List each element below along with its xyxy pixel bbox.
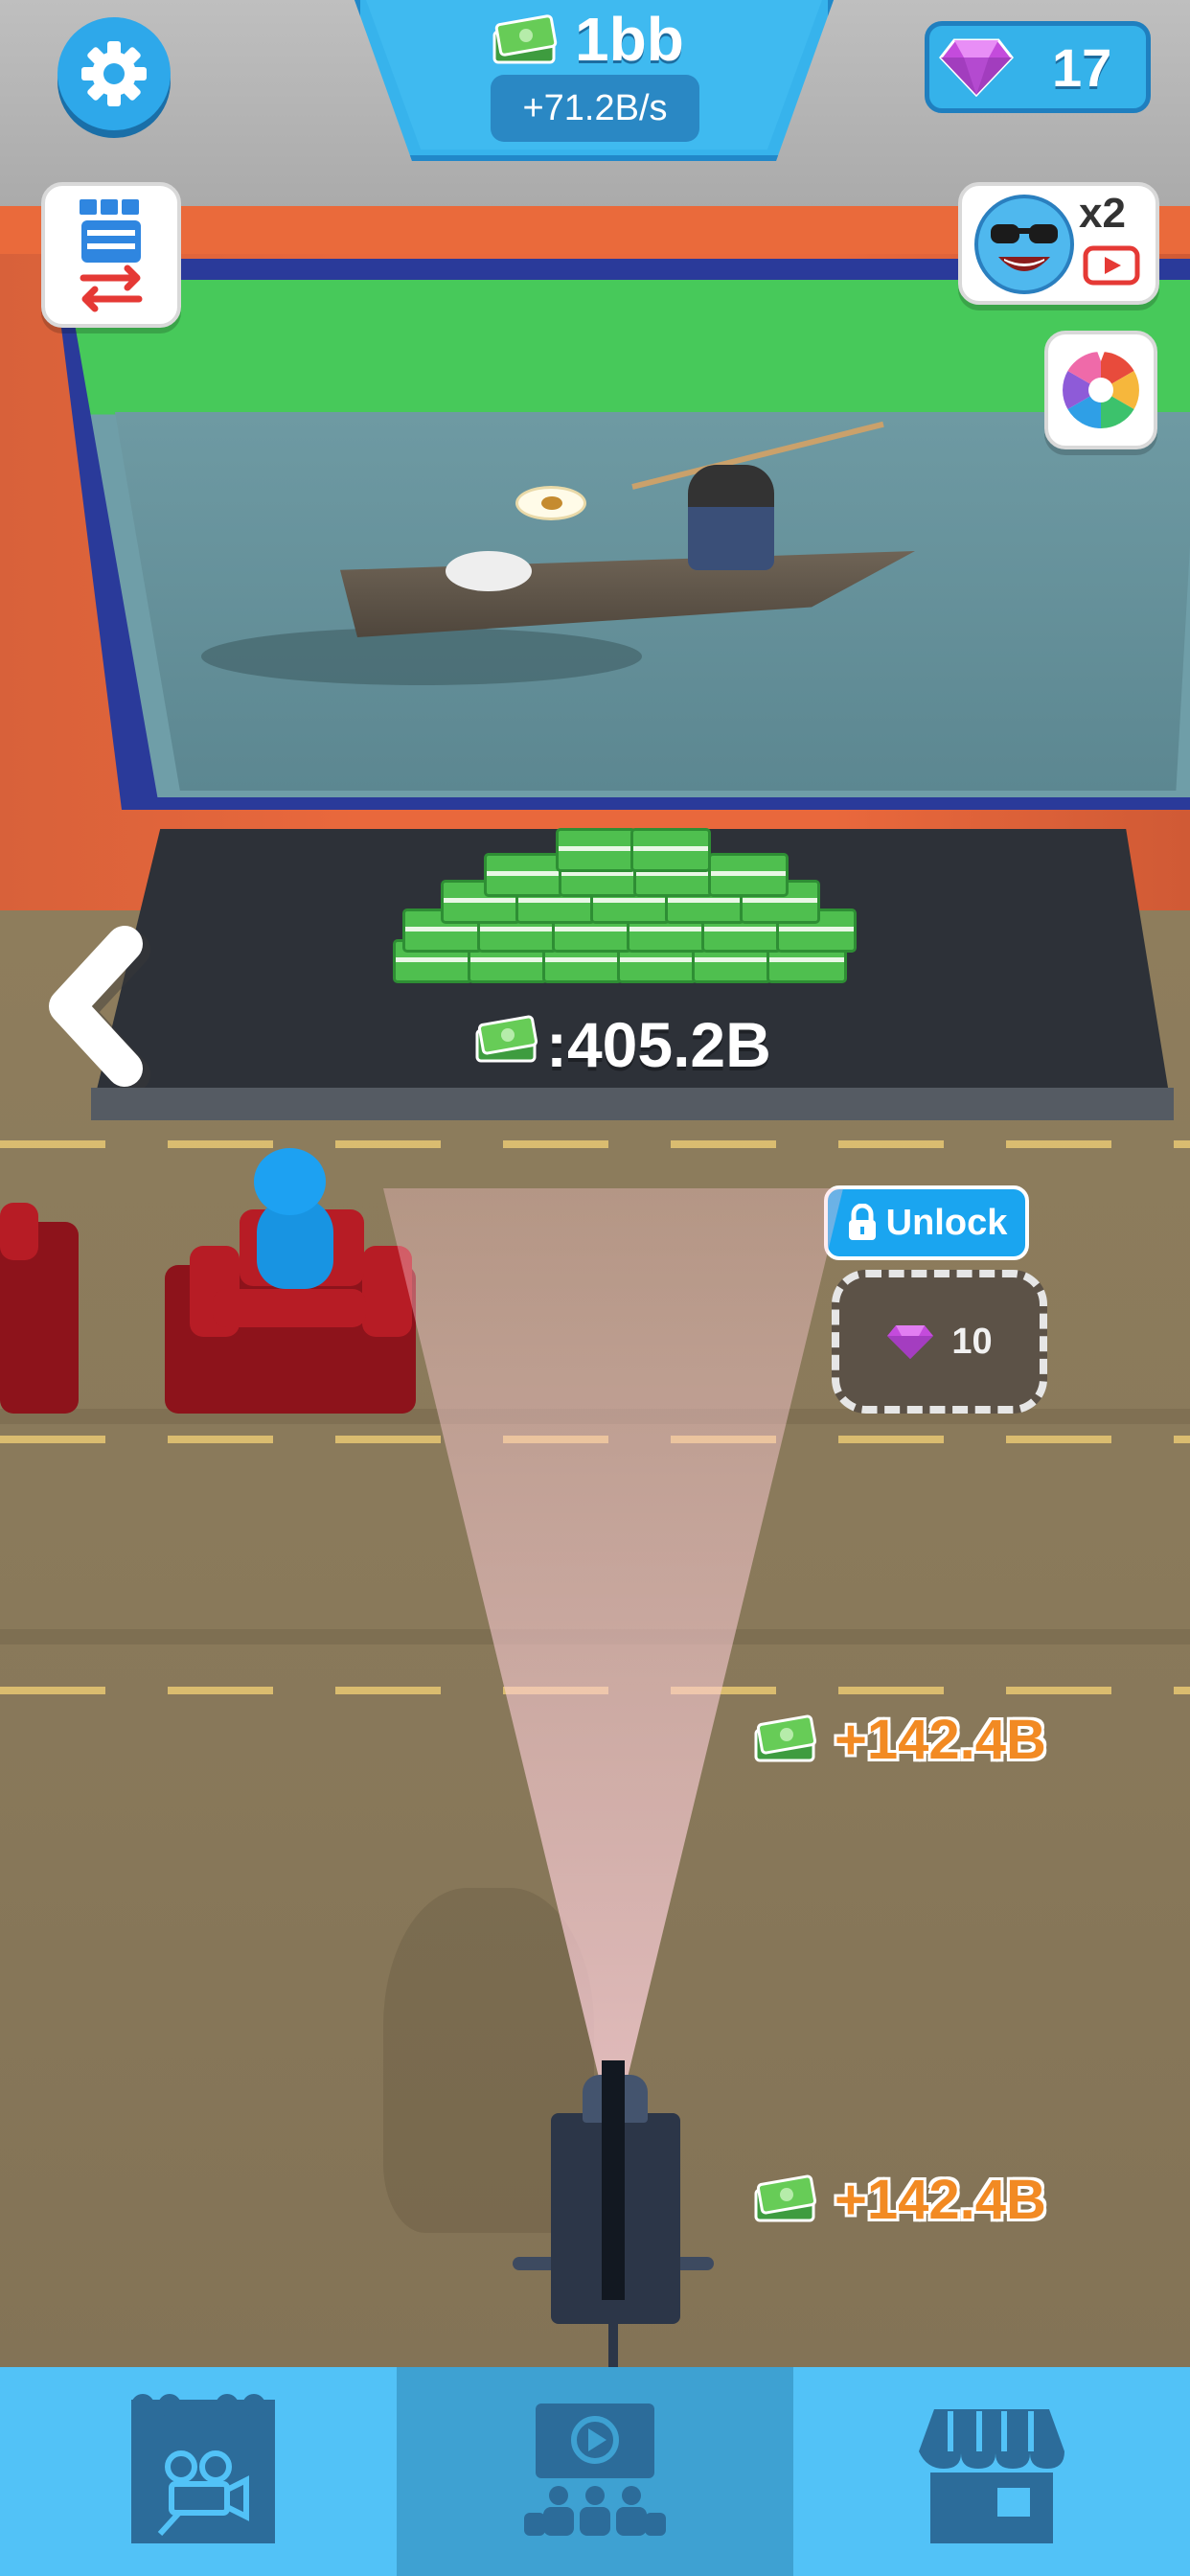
cool-face-icon — [974, 195, 1074, 294]
shop-icon — [919, 2409, 1064, 2543]
cash-pile[interactable] — [393, 824, 857, 987]
video-ad-icon — [1083, 245, 1140, 286]
film-swap-icon — [80, 199, 143, 312]
income-popup-text: +142.4B — [835, 2168, 1046, 2231]
cash-bill — [556, 828, 636, 872]
cash-icon — [754, 2174, 817, 2222]
previous-theater-button[interactable] — [29, 925, 153, 1092]
gem-icon — [939, 38, 1014, 97]
gem-amount: 17 — [1052, 36, 1112, 98]
income-rate-pill: +71.2B/s — [491, 75, 699, 142]
boost-ad-button[interactable]: x2 — [958, 182, 1159, 305]
unlock-button[interactable]: Unlock — [824, 1185, 1029, 1260]
income-popup-text: +142.4B — [835, 1708, 1046, 1771]
projector-pole — [608, 2319, 618, 2367]
money-amount: 1bb — [575, 5, 684, 74]
cinema-studio-icon — [131, 2394, 275, 2543]
boost-multiplier: x2 — [1079, 190, 1126, 237]
income-popup: +142.4B — [750, 2166, 1046, 2233]
game-scene: :405.2B Unlock 10 +142.4B +142.4B 1bb +7… — [0, 0, 1190, 2576]
cash-bill — [708, 853, 789, 897]
tab-shop[interactable] — [793, 2367, 1190, 2576]
movie-rat-figure — [446, 551, 532, 591]
cash-icon — [471, 1008, 540, 1081]
lucky-wheel-button[interactable] — [1044, 331, 1157, 449]
tray-cash-amount: :405.2B — [546, 1009, 771, 1080]
floor-lane-line — [0, 1140, 1190, 1148]
boat-shadow — [201, 628, 642, 685]
gem-icon — [887, 1325, 934, 1359]
gear-icon — [81, 41, 147, 106]
cash-icon — [492, 14, 558, 64]
theater-seat-back — [0, 1203, 38, 1260]
gem-counter[interactable]: 17 — [925, 21, 1151, 113]
change-movie-button[interactable] — [41, 182, 181, 328]
theater-screen-icon — [524, 2404, 666, 2536]
income-rate-text: +71.2B/s — [522, 87, 668, 128]
cash-tray-rim — [91, 1088, 1174, 1120]
tab-studio[interactable] — [0, 2367, 397, 2576]
tab-theater[interactable] — [397, 2367, 793, 2576]
unlock-gem-cost: 10 — [951, 1321, 993, 1362]
cash-bill — [484, 853, 564, 897]
unlock-button-label: Unlock — [885, 1202, 1008, 1243]
lock-icon — [848, 1204, 876, 1240]
audience-member-head — [254, 1148, 326, 1215]
movie-rower-figure — [688, 465, 774, 570]
money-counter: 1bb — [489, 5, 738, 74]
tray-cash-readout: :405.2B — [471, 1006, 771, 1083]
cash-bill — [630, 828, 711, 872]
theater-seat-cushion — [213, 1289, 366, 1327]
chevron-left-icon — [49, 926, 150, 1092]
income-popup: +142.4B — [750, 1706, 1046, 1773]
color-wheel-icon — [1063, 346, 1139, 428]
settings-button[interactable] — [57, 17, 171, 130]
movie-food — [541, 496, 562, 510]
projector-lens — [602, 2060, 625, 2300]
locked-seat-slot[interactable]: 10 — [832, 1270, 1047, 1414]
cash-icon — [754, 1714, 817, 1762]
bottom-nav — [0, 2367, 1190, 2576]
